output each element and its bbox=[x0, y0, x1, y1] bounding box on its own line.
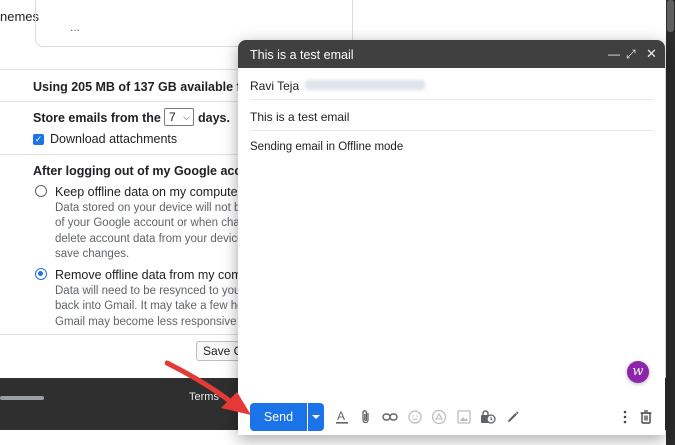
remove-desc-line: Gmail may become less responsive w bbox=[55, 316, 245, 328]
compose-header[interactable]: This is a test email — ⤢ ✕ bbox=[238, 40, 665, 68]
keep-desc-line: of your Google account or when chan bbox=[55, 217, 245, 229]
divider bbox=[0, 334, 240, 335]
delete-icon[interactable] bbox=[637, 407, 655, 427]
close-icon[interactable]: ✕ bbox=[646, 46, 657, 62]
grammarly-icon[interactable]: w bbox=[627, 361, 649, 383]
chevron-down-icon: ⌵ bbox=[183, 112, 190, 122]
remove-offline-data-label: Remove offline data from my comput bbox=[55, 268, 260, 282]
subject-field[interactable]: This is a test email bbox=[250, 100, 654, 131]
recipient-email-blurred bbox=[305, 80, 425, 90]
store-emails-label: Store emails from the last bbox=[33, 111, 186, 125]
subject-text: This is a test email bbox=[250, 110, 350, 124]
recipient-name: Ravi Teja bbox=[250, 79, 300, 93]
scrollbar-thumb[interactable] bbox=[667, 0, 674, 32]
photo-icon[interactable] bbox=[455, 407, 473, 427]
keep-desc-line: delete account data from your device bbox=[55, 233, 244, 245]
download-attachments-checkbox[interactable]: ✓ bbox=[33, 134, 44, 145]
tab-title[interactable]: nemes bbox=[0, 9, 39, 24]
remove-desc-line: Data will need to be resynced to your bbox=[55, 285, 245, 297]
keep-offline-data-label: Keep offline data on my computer bbox=[55, 185, 242, 199]
remove-desc-line: back into Gmail. It may take a few ho bbox=[55, 300, 244, 312]
divider bbox=[0, 154, 240, 155]
emoji-icon[interactable] bbox=[406, 407, 424, 427]
days-select[interactable]: 7 ⌵ bbox=[164, 108, 194, 126]
compose-window: This is a test email — ⤢ ✕ Ravi Teja Thi… bbox=[238, 40, 665, 435]
card-text: ... bbox=[70, 20, 81, 34]
expand-icon[interactable]: ⤢ bbox=[626, 47, 636, 62]
compose-title: This is a test email bbox=[250, 48, 354, 62]
minimize-icon[interactable]: — bbox=[608, 47, 620, 61]
link-icon[interactable] bbox=[381, 407, 399, 427]
keep-desc-line: save changes. bbox=[55, 248, 130, 260]
scrollbar[interactable] bbox=[666, 0, 675, 445]
format-text-icon[interactable]: A bbox=[333, 407, 351, 427]
message-body[interactable]: Sending email in Offline mode bbox=[250, 141, 403, 153]
divider bbox=[0, 101, 240, 102]
storage-usage-text: Using 205 MB of 137 GB available for off bbox=[33, 80, 273, 94]
days-suffix-label: days. bbox=[198, 111, 230, 125]
divider bbox=[0, 69, 240, 70]
recipients-field[interactable]: Ravi Teja bbox=[250, 68, 654, 100]
drive-icon[interactable] bbox=[430, 407, 448, 427]
keep-offline-data-radio[interactable] bbox=[35, 185, 47, 197]
remove-offline-data-radio[interactable] bbox=[35, 268, 47, 280]
more-options-icon[interactable] bbox=[616, 407, 634, 427]
svg-text:A: A bbox=[337, 409, 345, 423]
attach-icon[interactable] bbox=[357, 407, 375, 427]
signature-icon[interactable] bbox=[504, 407, 522, 427]
confidential-icon[interactable] bbox=[479, 407, 497, 427]
days-value: 7 bbox=[169, 110, 176, 124]
download-attachments-label: Download attachments bbox=[50, 132, 178, 146]
after-logout-heading: After logging out of my Google account bbox=[33, 164, 269, 178]
send-button[interactable]: Send bbox=[250, 403, 307, 431]
keep-desc-line: Data stored on your device will not be bbox=[55, 202, 245, 214]
send-options-dropdown[interactable] bbox=[308, 403, 324, 431]
red-arrow-annotation bbox=[165, 360, 251, 415]
storage-bar bbox=[0, 396, 44, 400]
